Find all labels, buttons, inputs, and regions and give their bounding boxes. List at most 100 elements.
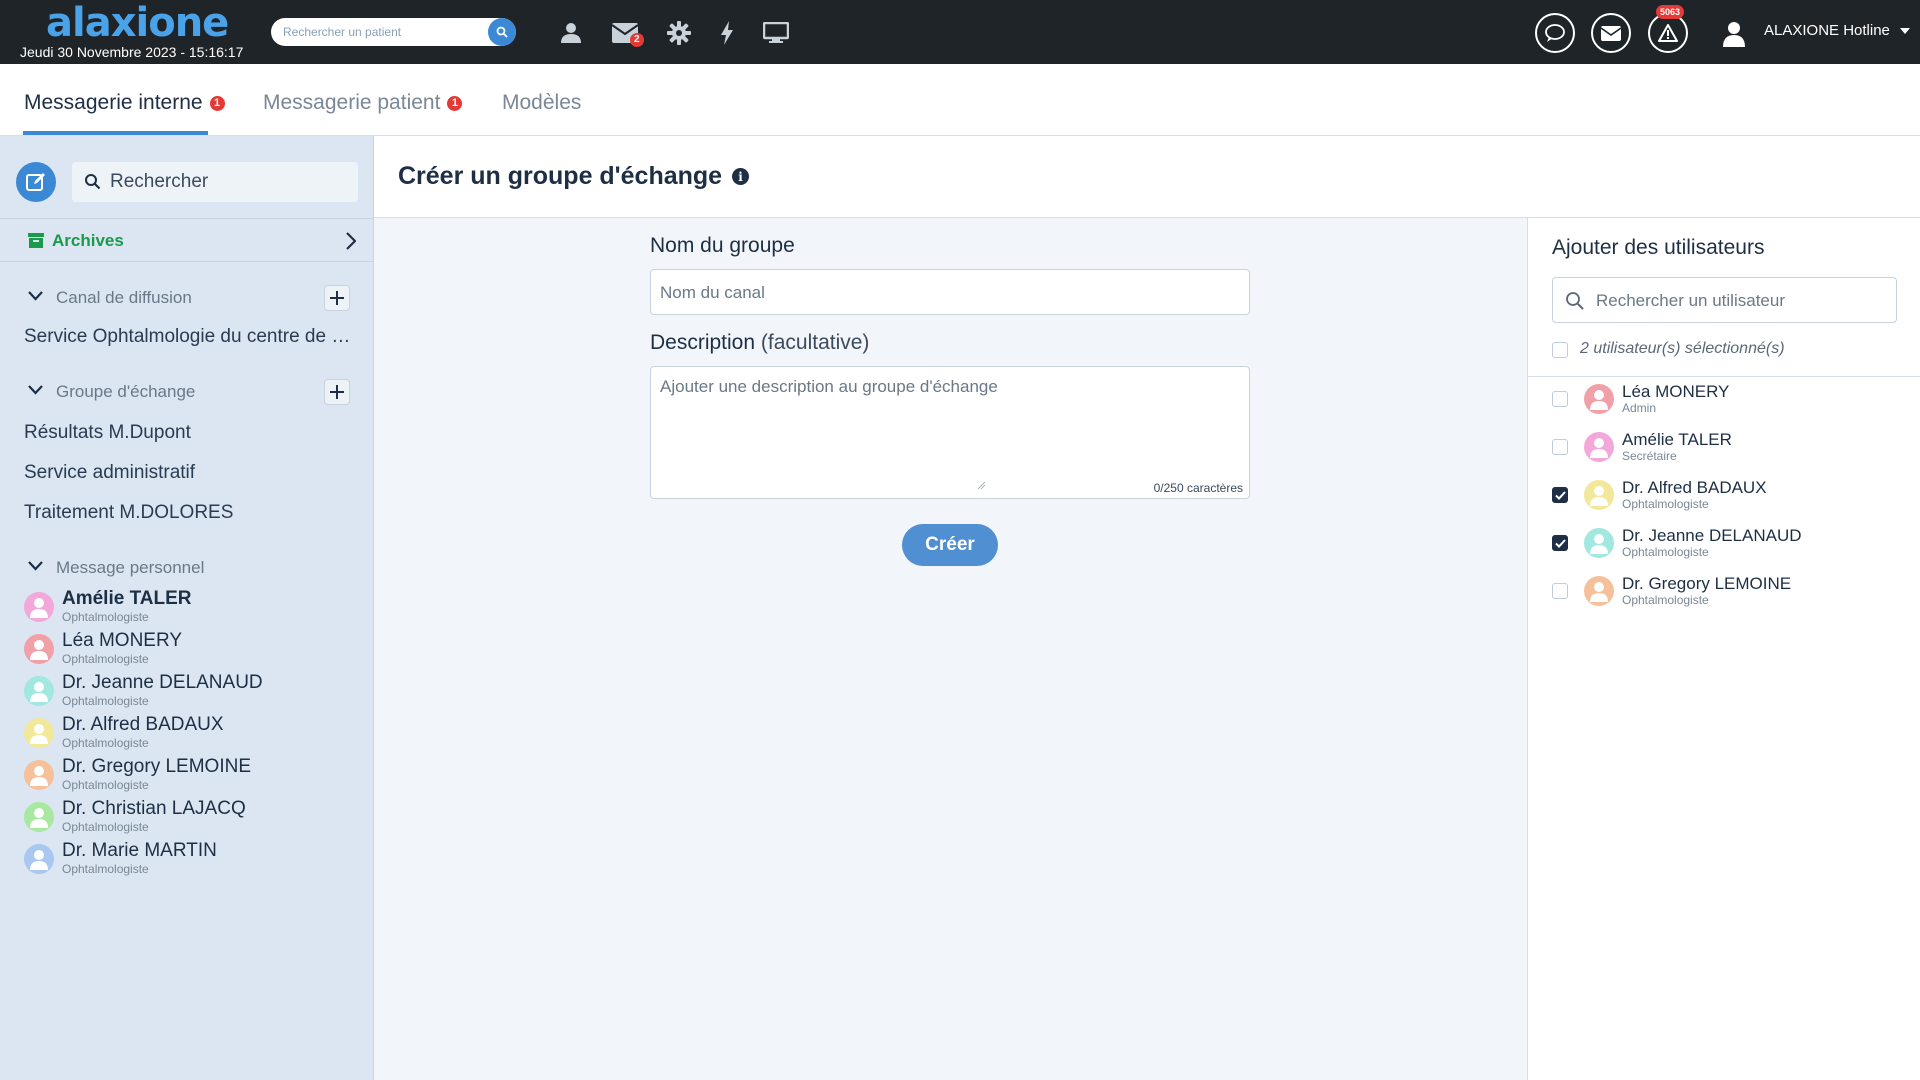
screen-button[interactable] xyxy=(761,18,791,48)
personal-contact-item[interactable]: Dr. Jeanne DELANAUD Ophtalmologiste xyxy=(24,672,364,712)
alerts-button[interactable]: 5063 xyxy=(1648,5,1688,53)
description-label-text: Description xyxy=(650,331,756,354)
user-row[interactable]: Dr. Gregory LEMOINE Ophtalmologiste xyxy=(1552,571,1897,611)
tab-badge: 1 xyxy=(447,95,463,111)
personal-contact-item[interactable]: Dr. Gregory LEMOINE Ophtalmologiste xyxy=(24,756,364,796)
add-users-panel: Ajouter des utilisateurs 2 utilisateur(s… xyxy=(1527,218,1920,1080)
user-row[interactable]: Léa MONERY Admin xyxy=(1552,379,1897,419)
mail-badge: 2 xyxy=(630,33,644,47)
user-name: Léa MONERY xyxy=(1622,382,1730,401)
description-textarea[interactable] xyxy=(660,377,1225,487)
patient-search xyxy=(271,18,516,46)
info-icon[interactable]: i xyxy=(732,168,750,185)
settings-button[interactable] xyxy=(664,18,694,48)
add-users-title: Ajouter des utilisateurs xyxy=(1552,236,1765,259)
user-name: Dr. Gregory LEMOINE xyxy=(1622,574,1792,593)
personal-section-header[interactable]: Message personnel xyxy=(0,553,373,583)
user-icon xyxy=(30,808,48,828)
user-search-input[interactable] xyxy=(1596,290,1886,312)
personal-contact-item[interactable]: Dr. Christian LAJACQ Ophtalmologiste xyxy=(24,798,364,838)
chevron-down-icon xyxy=(28,385,43,395)
user-avatar[interactable] xyxy=(1719,19,1749,49)
user-icon xyxy=(561,23,581,43)
contact-role: Ophtalmologiste xyxy=(62,778,149,792)
chevron-right-icon xyxy=(346,232,356,250)
patient-search-button[interactable] xyxy=(488,18,516,46)
personal-contact-item[interactable]: Dr. Marie MARTIN Ophtalmologiste xyxy=(24,840,364,880)
user-checkbox[interactable] xyxy=(1552,391,1568,407)
chevron-down-icon xyxy=(28,291,43,301)
gear-icon xyxy=(667,21,691,45)
user-row[interactable]: Amélie TALER Secrétaire xyxy=(1552,427,1897,467)
contact-name: Dr. Gregory LEMOINE xyxy=(62,756,251,777)
user-icon xyxy=(30,682,48,702)
personal-contact-item[interactable]: Amélie TALER Ophtalmologiste xyxy=(24,588,364,628)
user-icon xyxy=(1590,438,1608,458)
user-menu[interactable]: ALAXIONE Hotline xyxy=(1764,22,1911,39)
user-search xyxy=(1552,277,1897,323)
avatar xyxy=(1584,480,1614,510)
user-role: Secrétaire xyxy=(1622,449,1677,463)
user-row[interactable]: Dr. Jeanne DELANAUD Ophtalmologiste xyxy=(1552,523,1897,563)
create-group-form: Nom du groupe Description (facultative) … xyxy=(374,218,1527,1080)
personal-contact-item[interactable]: Dr. Alfred BADAUX Ophtalmologiste xyxy=(24,714,364,754)
message-button[interactable] xyxy=(1591,13,1631,53)
user-name: ALAXIONE Hotline xyxy=(1764,22,1890,39)
sidebar-search xyxy=(72,162,358,202)
search-icon xyxy=(496,26,508,38)
tab-messagerie-interne[interactable]: Messagerie interne 1 xyxy=(24,88,225,118)
exchange-section-header[interactable]: Groupe d'échange xyxy=(0,377,373,407)
patient-search-input[interactable] xyxy=(283,22,473,42)
search-icon xyxy=(1566,292,1584,310)
description-label: Description (facultative) xyxy=(650,331,869,355)
section-title: Canal de diffusion xyxy=(56,288,192,307)
user-role: Admin xyxy=(1622,401,1657,415)
broadcast-item[interactable]: Service Ophtalmologie du centre de Bruxe… xyxy=(24,326,354,348)
new-message-button[interactable] xyxy=(16,162,56,202)
sidebar: Archives Canal de diffusion Service Opht… xyxy=(0,136,374,1080)
resize-handle-icon[interactable] xyxy=(977,481,986,490)
select-all-checkbox[interactable] xyxy=(1552,342,1568,358)
user-name: Dr. Jeanne DELANAUD xyxy=(1622,526,1802,545)
user-checkbox[interactable] xyxy=(1552,487,1568,503)
user-checkbox[interactable] xyxy=(1552,535,1568,551)
tab-messagerie-patient[interactable]: Messagerie patient 1 xyxy=(263,88,463,118)
quick-actions-button[interactable] xyxy=(712,18,742,48)
broadcast-section-header[interactable]: Canal de diffusion xyxy=(0,283,373,313)
lightning-icon xyxy=(721,21,733,45)
group-name-input[interactable] xyxy=(660,282,1240,304)
current-datetime: Jeudi 30 Novembre 2023 - 15:16:17 xyxy=(20,44,244,60)
contact-role: Ophtalmologiste xyxy=(62,610,149,624)
patients-button[interactable] xyxy=(556,18,586,48)
mail-button[interactable]: 2 xyxy=(610,18,644,48)
caret-down-icon xyxy=(1900,28,1911,35)
user-name: Amélie TALER xyxy=(1622,430,1732,449)
create-button[interactable]: Créer xyxy=(902,524,998,566)
group-name-label: Nom du groupe xyxy=(650,234,795,257)
add-exchange-group-button[interactable] xyxy=(324,379,350,405)
exchange-group-item[interactable]: Traitement M.DOLORES xyxy=(24,502,354,524)
description-field: 0/250 caractères xyxy=(650,366,1250,499)
selected-count: 2 utilisateur(s) sélectionné(s) xyxy=(1580,340,1785,357)
user-checkbox[interactable] xyxy=(1552,439,1568,455)
add-broadcast-button[interactable] xyxy=(324,285,350,311)
tab-badge: 1 xyxy=(209,95,225,111)
exchange-group-item[interactable]: Résultats M.Dupont xyxy=(24,422,354,444)
tab-modeles[interactable]: Modèles xyxy=(502,88,581,118)
exchange-group-item[interactable]: Service administratif xyxy=(24,462,354,484)
user-checkbox[interactable] xyxy=(1552,583,1568,599)
user-icon xyxy=(30,850,48,870)
archives-link[interactable]: Archives xyxy=(0,218,373,262)
contact-name: Amélie TALER xyxy=(62,588,192,609)
contact-name: Dr. Alfred BADAUX xyxy=(62,714,224,735)
tab-label: Messagerie interne xyxy=(24,91,203,114)
sidebar-search-input[interactable] xyxy=(110,171,350,193)
group-name-field xyxy=(650,269,1250,315)
user-row[interactable]: Dr. Alfred BADAUX Ophtalmologiste xyxy=(1552,475,1897,515)
chat-button[interactable] xyxy=(1535,13,1575,53)
app-logo[interactable]: alaxione xyxy=(46,0,229,46)
main-header: Créer un groupe d'échange i xyxy=(374,136,1920,218)
personal-contact-item[interactable]: Léa MONERY Ophtalmologiste xyxy=(24,630,364,670)
user-role: Ophtalmologiste xyxy=(1622,497,1709,511)
check-icon xyxy=(1554,490,1566,500)
